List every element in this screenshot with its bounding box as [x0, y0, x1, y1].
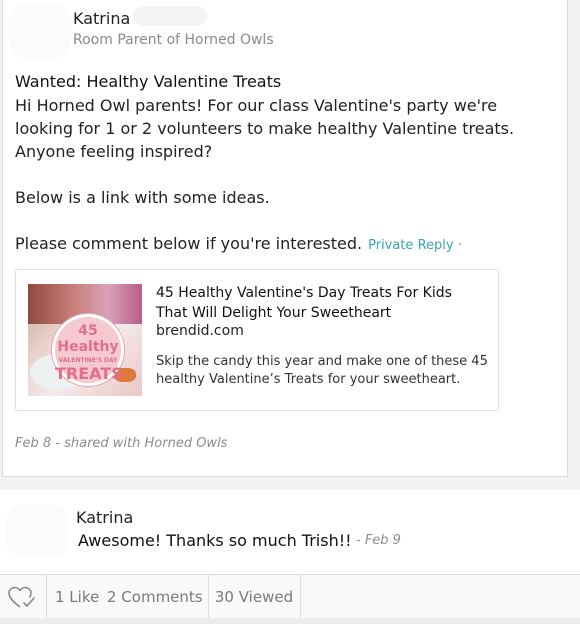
- post-card: Katrina Room Parent of Horned Owls Wante…: [2, 0, 568, 477]
- post-paragraph: Please comment below if you're intereste…: [15, 232, 555, 257]
- post-body: Hi Horned Owl parents! For our class Val…: [15, 94, 555, 257]
- post-paragraph: Below is a link with some ideas.: [15, 188, 270, 207]
- author-name[interactable]: Katrina: [73, 9, 130, 28]
- post-paragraph-text: Please comment below if you're intereste…: [15, 234, 363, 253]
- author-name-redaction: [133, 6, 207, 26]
- viewed-count[interactable]: 30 Viewed: [208, 575, 301, 619]
- likes-count[interactable]: 1 Like: [55, 575, 99, 619]
- author-role: Room Parent of Horned Owls: [73, 32, 274, 48]
- author-avatar[interactable]: [9, 4, 71, 58]
- page-bottom-band: [0, 618, 580, 624]
- like-button[interactable]: [0, 575, 47, 619]
- link-preview-card[interactable]: 45 Healthy VALENTINE'S DAY TREATS 45 Hea…: [15, 269, 499, 411]
- badge-line-3: TREATS: [55, 364, 123, 383]
- post-footer: 1 Like 2 Comments 30 Viewed: [0, 574, 580, 619]
- comment-date: - Feb 9: [356, 533, 401, 548]
- post-title: Wanted: Healthy Valentine Treats: [15, 72, 282, 91]
- private-reply-link[interactable]: Private Reply ·: [368, 238, 462, 253]
- thumbnail-badge: 45 Healthy VALENTINE'S DAY TREATS: [52, 314, 124, 386]
- badge-line-2: VALENTINE'S DAY: [58, 357, 118, 364]
- post-meta: Feb 8 - shared with Horned Owls: [15, 436, 228, 451]
- badge-line-1: 45 Healthy: [57, 323, 119, 355]
- comments-count[interactable]: 2 Comments: [107, 575, 203, 619]
- post-paragraph: Hi Horned Owl parents! For our class Val…: [15, 96, 515, 161]
- comment-author-name[interactable]: Katrina: [76, 508, 133, 527]
- link-domain: brendid.com: [156, 323, 244, 339]
- comment-text: Awesome! Thanks so much Trish!!: [78, 531, 352, 550]
- link-description: Skip the candy this year and make one of…: [156, 354, 488, 387]
- heart-icon: [8, 586, 35, 608]
- comment-avatar[interactable]: [6, 504, 68, 556]
- engagement-counts: 1 Like 2 Comments: [46, 575, 209, 619]
- comment-item: Katrina Awesome! Thanks so much Trish!! …: [0, 490, 580, 574]
- link-thumbnail[interactable]: 45 Healthy VALENTINE'S DAY TREATS: [28, 284, 142, 396]
- link-title[interactable]: 45 Healthy Valentine's Day Treats For Ki…: [156, 283, 486, 323]
